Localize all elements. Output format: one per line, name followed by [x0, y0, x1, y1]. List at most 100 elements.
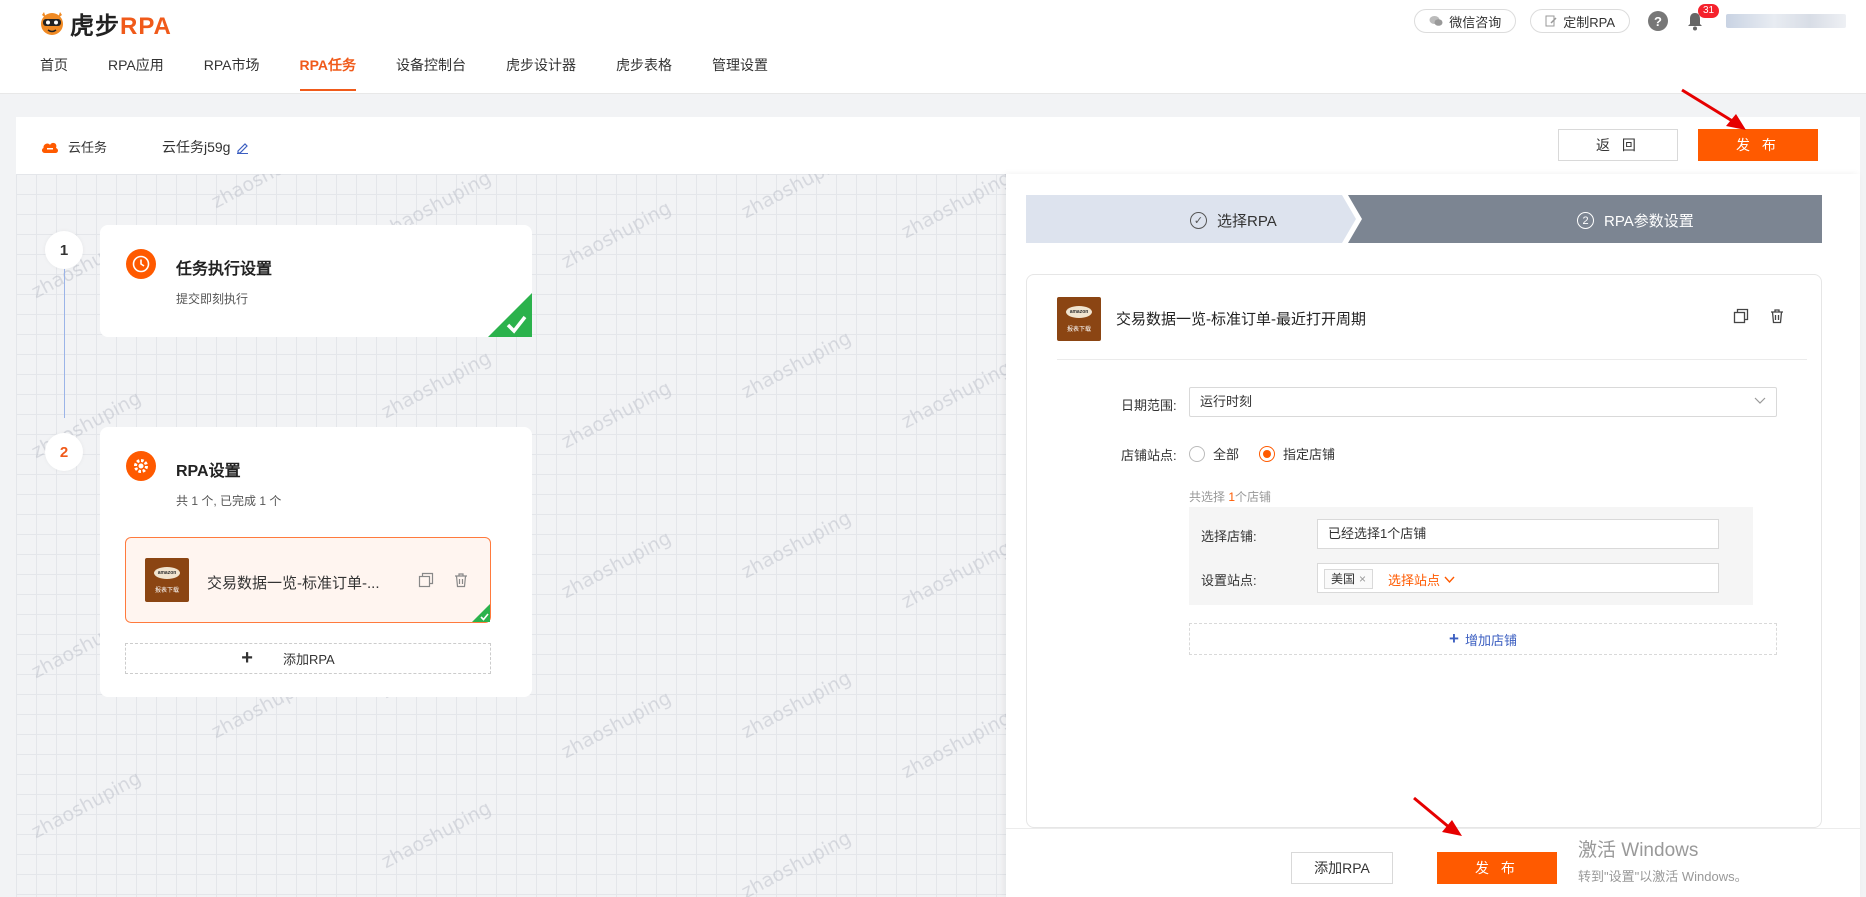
stepper-step-select-rpa[interactable]: ✓ 选择RPA	[1190, 210, 1277, 231]
amazon-logo: amazon	[1066, 306, 1092, 318]
date-range-label: 日期范围:	[1121, 398, 1177, 413]
edit-doc-icon	[1545, 15, 1557, 27]
date-range-select[interactable]: 运行时刻	[1189, 387, 1777, 417]
step2-title: RPA设置	[176, 463, 241, 480]
radio-dot	[1189, 445, 1205, 462]
watermark: zhaoshuping	[897, 536, 1006, 614]
site-select-box[interactable]: 美国 × 选择站点	[1317, 563, 1719, 593]
tiger-mascot-icon	[41, 12, 63, 35]
help-icon[interactable]: ?	[1648, 11, 1668, 31]
notification-bell[interactable]: 31	[1686, 4, 1720, 31]
nav-device-console[interactable]: 设备控制台	[396, 55, 466, 93]
app-logo[interactable]: 虎步RPA	[38, 6, 172, 40]
delete-icon[interactable]	[452, 571, 470, 589]
stepper-step1-label: 选择RPA	[1217, 213, 1277, 230]
select-shop-label: 选择店铺:	[1201, 529, 1257, 544]
publish-button-top[interactable]: 发 布	[1698, 129, 1818, 161]
divider	[1057, 359, 1807, 360]
nav-designer[interactable]: 虎步设计器	[506, 55, 576, 93]
completed-check-icon	[472, 604, 490, 622]
publish-button-bottom[interactable]: 发 布	[1437, 852, 1557, 884]
wechat-icon	[1429, 16, 1443, 26]
add-rpa-label: 添加RPA	[282, 652, 335, 667]
amazon-report-thumbnail: amazon 报表下载	[1057, 297, 1101, 341]
step1-title: 任务执行设置	[176, 261, 273, 278]
user-account-blurred[interactable]	[1726, 14, 1846, 28]
custom-rpa-button[interactable]: 定制RPA	[1530, 9, 1630, 33]
set-site-label: 设置站点:	[1201, 573, 1257, 588]
watermark: zhaoshuping	[557, 196, 675, 274]
windows-activation-title: 激活 Windows	[1578, 840, 1699, 861]
task-toolbar: 云任务 云任务j59g 返 回 发 布	[16, 117, 1860, 174]
tag-close-icon[interactable]: ×	[1359, 572, 1366, 586]
watermark: zhaoshuping	[557, 526, 675, 604]
chevron-down-icon	[1754, 397, 1766, 404]
check-circle-icon: ✓	[1190, 212, 1207, 229]
watermark: zhaoshuping	[377, 796, 495, 874]
nav-home[interactable]: 首页	[40, 55, 68, 93]
add-rpa-button-canvas[interactable]: + 添加RPA	[125, 643, 491, 674]
radio-all-shops[interactable]: 全部	[1189, 444, 1239, 463]
watermark: zhaoshuping	[27, 766, 145, 844]
nav-admin-settings[interactable]: 管理设置	[712, 55, 768, 93]
wechat-consult-label: 微信咨询	[1449, 14, 1502, 30]
custom-rpa-label: 定制RPA	[1563, 14, 1615, 30]
shop-count: 共选择 1个店铺	[1189, 488, 1271, 505]
rpa-item-card[interactable]: amazon 报表下载 交易数据一览-标准订单-...	[125, 537, 491, 623]
flow-canvas[interactable]: zhaoshuping zhaoshuping zhaoshuping zhao…	[16, 174, 1006, 897]
logo-text-main: 虎步	[70, 12, 120, 40]
select-site-label: 选择站点	[1388, 573, 1441, 588]
shop-site-label: 店铺站点:	[1121, 448, 1177, 463]
site-tag-us: 美国 ×	[1324, 569, 1374, 589]
add-rpa-button[interactable]: 添加RPA	[1291, 852, 1393, 884]
back-button[interactable]: 返 回	[1558, 129, 1678, 161]
cloud-icon	[41, 142, 59, 153]
clock-icon	[126, 249, 156, 279]
completed-check-icon	[488, 293, 532, 337]
plus-icon: +	[1449, 629, 1459, 648]
watermark: zhaoshuping	[897, 356, 1006, 434]
nav-tables[interactable]: 虎步表格	[616, 55, 672, 93]
add-shop-button[interactable]: + 增加店铺	[1189, 623, 1777, 655]
task-type-label: 云任务	[68, 140, 108, 155]
nav-rpa-market[interactable]: RPA市场	[204, 55, 260, 93]
copy-icon[interactable]	[417, 571, 435, 589]
nav-rpa-tasks[interactable]: RPA任务	[299, 55, 356, 93]
radio-dot	[1259, 445, 1275, 462]
header-actions: 微信咨询 定制RPA ? 31	[1414, 4, 1846, 33]
top-header: 虎步RPA 微信咨询 定制RPA ? 31 首页 RPA应用 RPA市场 RPA…	[0, 0, 1866, 94]
step-number-1: 1	[45, 231, 83, 269]
task-execution-settings-card[interactable]: 任务执行设置 提交即刻执行	[100, 225, 532, 337]
edit-pencil-icon[interactable]	[236, 141, 249, 154]
amazon-logo: amazon	[154, 567, 180, 579]
amazon-report-thumbnail: amazon 报表下载	[145, 558, 189, 602]
nav-rpa-apps[interactable]: RPA应用	[108, 55, 164, 93]
config-stepper: ✓ 选择RPA 2 RPA参数设置	[1026, 195, 1822, 243]
wechat-consult-button[interactable]: 微信咨询	[1414, 9, 1517, 33]
windows-activation-notice: 激活 Windows 转到"设置"以激活 Windows。	[1578, 835, 1748, 885]
shop-count-suffix: 个店铺	[1235, 490, 1272, 504]
main-nav: 首页 RPA应用 RPA市场 RPA任务 设备控制台 虎步设计器 虎步表格 管理…	[40, 55, 808, 93]
stepper-step2-label: RPA参数设置	[1604, 213, 1694, 230]
watermark: zhaoshuping	[897, 706, 1006, 784]
site-tag-label: 美国	[1331, 572, 1356, 586]
select-shop-input[interactable]: 已经选择1个店铺	[1317, 519, 1719, 549]
watermark: zhaoshuping	[557, 376, 675, 454]
copy-icon[interactable]	[1732, 307, 1750, 325]
radio-specific-shop[interactable]: 指定店铺	[1259, 444, 1335, 463]
windows-activation-subtitle: 转到"设置"以激活 Windows。	[1578, 869, 1748, 884]
delete-icon[interactable]	[1768, 307, 1786, 325]
notification-badge: 31	[1698, 4, 1720, 18]
stepper-background	[1026, 195, 1822, 243]
rpa-param-box: amazon 报表下载 交易数据一览-标准订单-最近打开周期 日期范围: 运行时…	[1026, 274, 1822, 828]
stepper-step-rpa-params[interactable]: 2 RPA参数设置	[1577, 210, 1694, 231]
select-site-button[interactable]: 选择站点	[1388, 570, 1455, 589]
watermark: zhaoshuping	[207, 174, 325, 214]
step2-subtitle: 共 1 个, 已完成 1 个	[176, 494, 282, 508]
task-name-label: 云任务j59g	[162, 139, 231, 155]
rpa-item-name: 交易数据一览-标准订单-...	[207, 575, 380, 592]
step1-subtitle: 提交即刻执行	[176, 292, 249, 306]
watermark: zhaoshuping	[737, 174, 855, 224]
watermark: zhaoshuping	[737, 666, 855, 744]
step-connector	[64, 254, 65, 418]
